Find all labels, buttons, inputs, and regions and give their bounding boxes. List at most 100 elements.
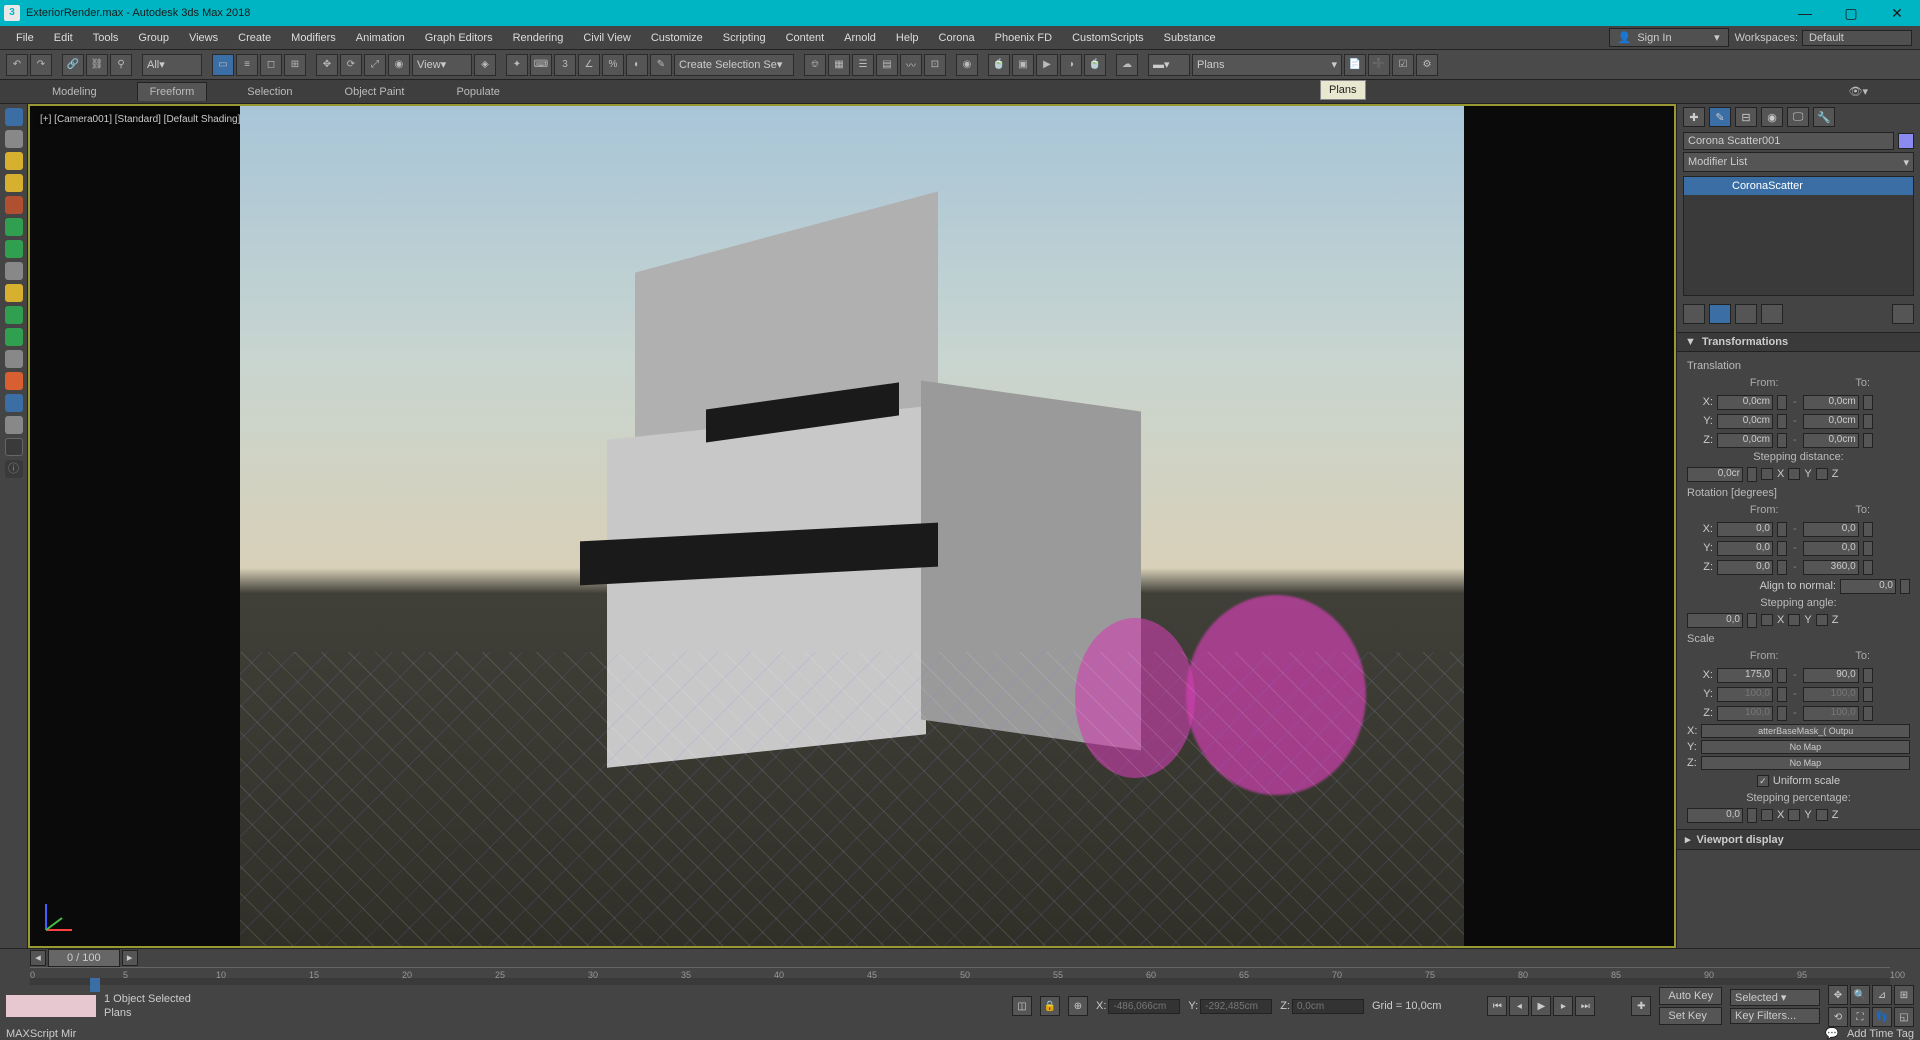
nav-walk-button[interactable]: 👣 <box>1872 1007 1892 1027</box>
pct-z-check[interactable] <box>1816 809 1828 821</box>
menu-edit[interactable]: Edit <box>44 32 83 44</box>
menu-phoenix-fd[interactable]: Phoenix FD <box>985 32 1062 44</box>
next-frame-button[interactable]: ▸ <box>1553 996 1573 1016</box>
nav-pan-button[interactable]: ✥ <box>1828 985 1848 1005</box>
key-mode-select[interactable]: Selected ▾ <box>1730 989 1820 1006</box>
link-button[interactable]: 🔗 <box>62 54 84 76</box>
time-ruler[interactable]: 0510152025303540455055606570758085909510… <box>30 967 1890 978</box>
viewport[interactable]: [+] [Camera001] [Standard] [Default Shad… <box>28 104 1676 948</box>
angle-y-check[interactable] <box>1788 614 1800 626</box>
menu-modifiers[interactable]: Modifiers <box>281 32 346 44</box>
ribbon-selection[interactable]: Selection <box>235 83 304 101</box>
pct-x-check[interactable] <box>1761 809 1773 821</box>
create-lights-icon[interactable] <box>5 152 23 170</box>
tool-icon-3[interactable] <box>5 306 23 324</box>
nav-fov-button[interactable]: ⊿ <box>1872 985 1892 1005</box>
menu-corona[interactable]: Corona <box>929 32 985 44</box>
nav-maximize-button[interactable]: ⛶ <box>1850 1007 1870 1027</box>
spinner-snap-button[interactable]: ◐ <box>626 54 648 76</box>
rollout-viewport-display[interactable]: ▸ Viewport display <box>1677 829 1920 850</box>
step-angle-input[interactable]: 0,0 <box>1687 613 1743 628</box>
track-bar[interactable] <box>30 978 1890 985</box>
create-cameras-icon[interactable] <box>5 174 23 192</box>
unlink-button[interactable]: ⛓ <box>86 54 108 76</box>
render-button[interactable]: 🍵 <box>1084 54 1106 76</box>
tool-icon-7[interactable] <box>5 394 23 412</box>
placement-button[interactable]: ◉ <box>388 54 410 76</box>
scale-y-from[interactable]: 100,0 <box>1717 687 1773 702</box>
modifier-entry[interactable]: CoronaScatter <box>1684 177 1913 195</box>
scale-button[interactable]: ⤢ <box>364 54 386 76</box>
time-config-button[interactable]: ✚ <box>1631 996 1651 1016</box>
snap-toggle-button[interactable]: 3 <box>554 54 576 76</box>
rotate-button[interactable]: ⟳ <box>340 54 362 76</box>
prev-frame-button[interactable]: ◂ <box>1509 996 1529 1016</box>
scale-map-x[interactable]: atterBaseMask_( Outpu <box>1701 724 1910 738</box>
key-filters-button[interactable]: Key Filters... <box>1730 1008 1820 1024</box>
modifier-stack[interactable]: CoronaScatter <box>1683 176 1914 296</box>
render-production-button[interactable]: ▶ <box>1036 54 1058 76</box>
ref-coord-system[interactable]: View ▾ <box>412 54 472 76</box>
rot-y-to[interactable]: 0,0 <box>1803 541 1859 556</box>
hierarchy-tab[interactable]: ⊟ <box>1735 107 1757 127</box>
minimize-button[interactable]: — <box>1782 0 1828 26</box>
menu-file[interactable]: File <box>6 32 44 44</box>
rot-x-from[interactable]: 0,0 <box>1717 522 1773 537</box>
menu-animation[interactable]: Animation <box>346 32 415 44</box>
spinner[interactable] <box>1863 414 1873 429</box>
menu-customize[interactable]: Customize <box>641 32 713 44</box>
signin-button[interactable]: 👤 Sign In ▾ <box>1609 28 1729 47</box>
time-slider[interactable]: ◂ 0 / 100 ▸ <box>0 949 1920 967</box>
isolate-toggle[interactable]: ◫ <box>1012 996 1032 1016</box>
object-color-swatch[interactable] <box>1898 133 1914 149</box>
coord-x[interactable]: -486,066cm <box>1108 999 1180 1014</box>
tool-icon-8[interactable] <box>5 416 23 434</box>
scale-x-to[interactable]: 90,0 <box>1803 668 1859 683</box>
time-next-button[interactable]: ▸ <box>122 950 138 966</box>
tool-icon-2[interactable] <box>5 284 23 302</box>
ribbon-populate[interactable]: Populate <box>444 83 511 101</box>
scene-explorer-toggle[interactable]: ▬▾ <box>1148 54 1190 76</box>
coord-y[interactable]: -292,485cm <box>1200 999 1272 1014</box>
menu-help[interactable]: Help <box>886 32 929 44</box>
goto-start-button[interactable]: ⏮ <box>1487 996 1507 1016</box>
menu-customscripts[interactable]: CustomScripts <box>1062 32 1154 44</box>
rot-z-from[interactable]: 0,0 <box>1717 560 1773 575</box>
create-systems-icon[interactable] <box>5 240 23 258</box>
add-time-tag[interactable]: Add Time Tag <box>1847 1028 1914 1040</box>
create-shapes-icon[interactable] <box>5 130 23 148</box>
selection-filter[interactable]: All ▾ <box>142 54 202 76</box>
menu-scripting[interactable]: Scripting <box>713 32 776 44</box>
percent-snap-button[interactable]: % <box>602 54 624 76</box>
goto-end-button[interactable]: ⏭ <box>1575 996 1595 1016</box>
spinner[interactable] <box>1777 414 1787 429</box>
ribbon-freeform[interactable]: Freeform <box>137 82 208 101</box>
coord-z[interactable]: 0,0cm <box>1292 999 1364 1014</box>
remove-modifier-button[interactable] <box>1761 304 1783 324</box>
autokey-button[interactable]: Auto Key <box>1659 987 1722 1005</box>
scale-map-y[interactable]: No Map <box>1701 740 1910 754</box>
step-z-check[interactable] <box>1816 468 1828 480</box>
trans-x-from[interactable]: 0,0cm <box>1717 395 1773 410</box>
scale-y-to[interactable]: 100,0 <box>1803 687 1859 702</box>
spinner[interactable] <box>1863 433 1873 448</box>
modifier-list-dropdown[interactable]: Modifier List▾ <box>1683 152 1914 172</box>
menu-rendering[interactable]: Rendering <box>503 32 574 44</box>
tool-icon-5[interactable] <box>5 350 23 368</box>
spinner[interactable] <box>1747 467 1757 482</box>
time-handle[interactable]: 0 / 100 <box>48 949 120 967</box>
pin-stack-button[interactable] <box>1683 304 1705 324</box>
coord-display-toggle[interactable]: ⊕ <box>1068 996 1088 1016</box>
layer-new-button[interactable]: 📄 <box>1344 54 1366 76</box>
modify-tab[interactable]: ✎ <box>1709 107 1731 127</box>
layer-props-button[interactable]: ⚙ <box>1416 54 1438 76</box>
nav-zoom-ext-button[interactable]: ◱ <box>1894 1007 1914 1027</box>
create-tab[interactable]: ✚ <box>1683 107 1705 127</box>
create-space-warps-icon[interactable] <box>5 218 23 236</box>
step-pct-input[interactable]: 0,0 <box>1687 808 1743 823</box>
scale-x-from[interactable]: 175,0 <box>1717 668 1773 683</box>
trans-z-from[interactable]: 0,0cm <box>1717 433 1773 448</box>
motion-tab[interactable]: ◉ <box>1761 107 1783 127</box>
maxscript-listener[interactable]: MAXScript Mir <box>6 1028 76 1040</box>
menu-content[interactable]: Content <box>776 32 835 44</box>
